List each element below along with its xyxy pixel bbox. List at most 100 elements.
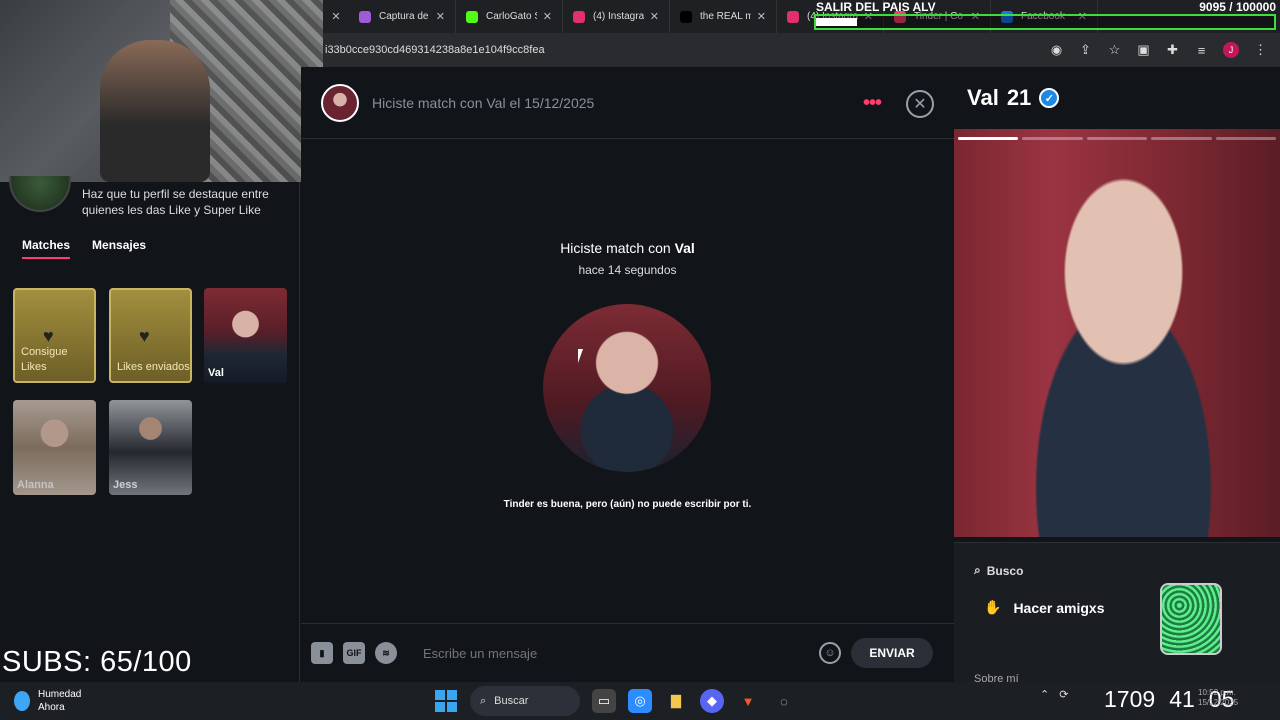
photo-segment[interactable] <box>1215 137 1277 140</box>
tab-favicon-icon <box>573 10 585 23</box>
tab-title: CarloGato S <box>486 11 537 22</box>
match-avatar[interactable] <box>321 84 359 122</box>
close-icon[interactable]: ✕ <box>543 10 552 23</box>
chevron-up-icon[interactable]: ⌃ <box>1040 688 1049 701</box>
time-small: 10:52 p.m. <box>1198 688 1236 697</box>
discord-icon[interactable]: ◆ <box>700 689 724 713</box>
address-bar: i33b0cce930cd469314238a8e1e104f9cc8fea ◉… <box>323 33 1280 67</box>
more-options-icon[interactable]: ••• <box>863 92 882 115</box>
date-text: 15/12/2025 <box>1198 698 1239 707</box>
tab-search-icon[interactable]: ▣ <box>1136 42 1151 58</box>
send-button[interactable]: ENVIAR <box>851 638 933 668</box>
gift-jar-image <box>1160 583 1222 655</box>
match-card-alanna[interactable]: Alanna <box>13 400 96 495</box>
profile-details: ⌕ Busco ✋ Hacer amigxs Sobre mí <box>954 542 1280 685</box>
match-time: hace 14 segundos <box>578 263 677 277</box>
weather-sub: Ahora <box>38 702 65 713</box>
match-name: Alanna <box>17 479 54 491</box>
browser-tab[interactable]: the REAL m ✕ <box>670 0 777 33</box>
match-name: Val <box>674 240 695 256</box>
goal-title: SALIR DEL PAIS ALV <box>816 0 936 14</box>
profile-avatar[interactable]: J <box>1223 42 1239 58</box>
tab-favicon-icon <box>787 10 799 23</box>
close-icon[interactable]: ✕ <box>323 10 349 23</box>
chat-panel: Hiciste match con Val el 15/12/2025 ••• … <box>301 67 954 682</box>
verified-badge-icon: ✓ <box>1039 88 1060 108</box>
heart-arrow-icon: ♥ <box>139 326 150 346</box>
start-button[interactable] <box>434 689 458 713</box>
browser-tab[interactable]: CarloGato S ✕ <box>456 0 563 33</box>
profile-name: Val <box>967 85 999 110</box>
wave-hand-icon: ✋ <box>984 599 1002 615</box>
humidity-icon <box>14 691 30 711</box>
photo-segment[interactable] <box>1086 137 1148 140</box>
spotify-icon[interactable]: ≋ <box>375 642 397 664</box>
clock-minutes: 09 <box>1129 686 1156 712</box>
looking-for-value-text: Hacer amigxs <box>1013 599 1105 616</box>
photo-segment[interactable] <box>1151 137 1212 140</box>
match-prefix: Hiciste match con <box>560 240 671 256</box>
match-card-val[interactable]: Val <box>204 288 287 383</box>
card-label: Likes enviados <box>117 361 190 373</box>
task-view-icon[interactable]: ▭ <box>592 689 616 713</box>
photo-segment[interactable] <box>958 137 1019 140</box>
my-profile-avatar[interactable] <box>9 176 71 212</box>
app-icon[interactable]: ◌ <box>772 689 796 713</box>
install-app-icon[interactable]: ⇪ <box>1078 42 1093 58</box>
match-photo[interactable] <box>543 304 711 472</box>
browser-tab[interactable]: Captura de ✕ <box>349 0 456 33</box>
menu-icon[interactable]: ⋮ <box>1253 42 1268 58</box>
windows-icon <box>435 690 457 712</box>
mouse-cursor-icon <box>578 349 588 363</box>
sticker-icon[interactable]: ▮ <box>311 642 333 664</box>
message-input[interactable] <box>423 645 819 661</box>
tab-favicon-icon <box>359 10 371 23</box>
likes-enviados-card[interactable]: ♥ Likes enviados <box>109 288 192 383</box>
streamer-figure <box>100 40 210 182</box>
match-title: Hiciste match con Val <box>301 240 954 256</box>
goal-progress-bar <box>814 14 1276 30</box>
gif-icon[interactable]: GIF <box>343 642 365 664</box>
profile-age: 21 <box>1006 85 1032 110</box>
tab-mensajes[interactable]: Mensajes <box>92 238 146 259</box>
profile-name-row: Val 21 ✓ <box>967 85 1060 111</box>
promo-text: Haz que tu perfil se destaque entre quie… <box>82 187 269 217</box>
weather-widget[interactable]: Humedad Ahora <box>14 688 81 714</box>
emoji-icon[interactable]: ☺ <box>819 642 841 664</box>
sync-icon[interactable]: ⟳ <box>1059 688 1068 701</box>
windows-taskbar: Humedad Ahora ⌕ Buscar ▭ ◎ ▇ ◆ ▼ ◌ ⌃ ⟳ 170… <box>0 682 1280 720</box>
location-icon[interactable]: ◉ <box>1049 42 1064 58</box>
chrome-icon[interactable]: ◎ <box>628 689 652 713</box>
goal-count: 9095 / 100000 <box>1199 0 1276 14</box>
profile-photo[interactable] <box>954 129 1280 537</box>
webcam-overlay <box>0 0 323 182</box>
photo-segment[interactable] <box>1022 137 1083 140</box>
tab-title: the REAL m <box>700 11 751 22</box>
match-name: Val <box>208 367 224 379</box>
tab-matches[interactable]: Matches <box>22 238 71 259</box>
card-label: Consigue Likes <box>21 346 68 373</box>
close-icon[interactable]: ✕ <box>757 10 766 23</box>
media-icon[interactable]: ≡ <box>1194 43 1209 58</box>
brave-icon[interactable]: ▼ <box>736 689 760 713</box>
search-label: Buscar <box>494 695 529 707</box>
photo-progress <box>958 137 1277 140</box>
heart-arrow-icon: ♥ <box>43 326 54 346</box>
extensions-icon[interactable]: ✚ <box>1165 42 1180 58</box>
consigue-likes-card[interactable]: ♥ Consigue Likes <box>13 288 96 383</box>
clock-hours: 17 <box>1104 686 1130 712</box>
url-field[interactable]: i33b0cce930cd469314238a8e1e104f9cc8fea <box>323 44 1049 56</box>
search-icon: ⌕ <box>974 563 981 577</box>
close-icon[interactable]: ✕ <box>650 10 659 23</box>
system-date[interactable]: 10:52 p.m. 15/12/2025 <box>1198 688 1238 708</box>
taskbar-search[interactable]: ⌕ Buscar <box>470 686 580 716</box>
close-icon[interactable]: ✕ <box>436 10 445 23</box>
tab-title: Captura de <box>379 11 429 22</box>
close-icon[interactable]: ✕ <box>906 90 934 118</box>
match-card-jess[interactable]: Jess <box>109 400 192 495</box>
tab-favicon-icon <box>680 10 692 23</box>
bookmark-star-icon[interactable]: ☆ <box>1107 42 1122 58</box>
folder-icon[interactable]: ▇ <box>664 689 688 713</box>
subs-counter: SUBS: 65/100 <box>2 646 192 678</box>
browser-tab[interactable]: (4) Instagra ✕ <box>563 0 670 33</box>
